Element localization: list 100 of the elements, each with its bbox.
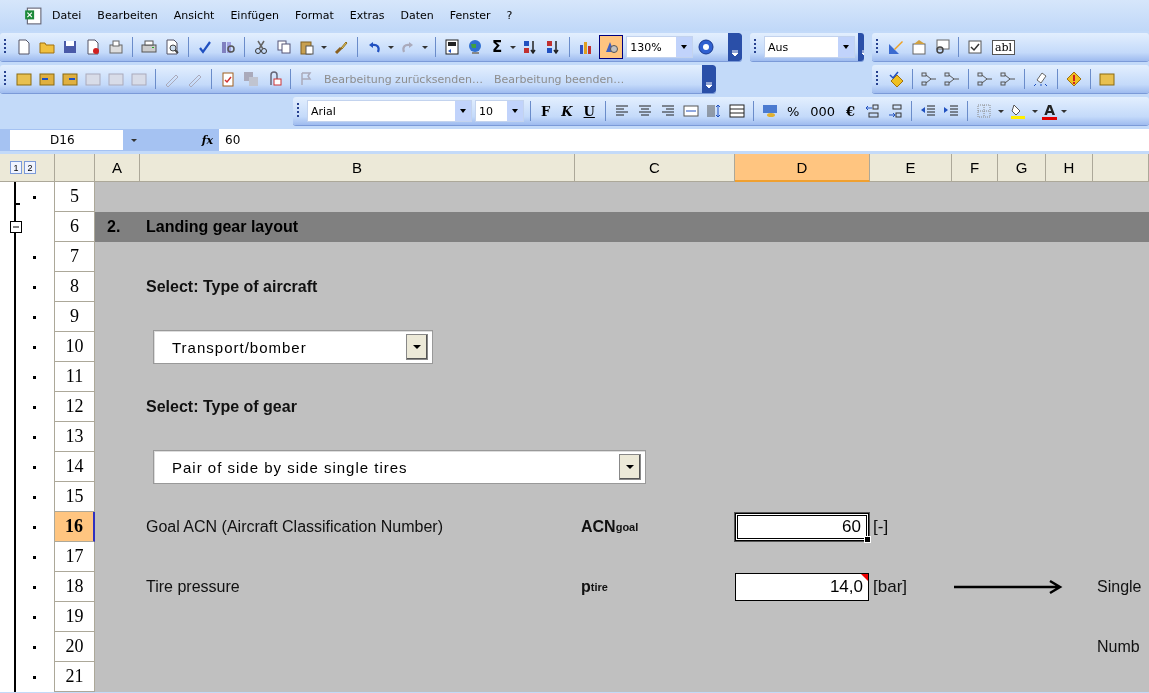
help-icon[interactable] <box>698 39 715 55</box>
row-header[interactable]: 13 <box>55 422 95 452</box>
menu-item[interactable]: Einfügen <box>222 7 287 24</box>
currency-icon[interactable] <box>761 103 778 119</box>
autosum-button[interactable]: Σ <box>488 38 507 56</box>
clipboard-check-icon[interactable] <box>220 71 236 87</box>
mode-dropdown[interactable]: Aus <box>764 36 855 58</box>
row-header[interactable]: 14 <box>55 452 95 482</box>
row-header[interactable]: 20 <box>55 632 95 662</box>
column-header[interactable]: F <box>952 154 998 182</box>
trace-arrows-icon[interactable] <box>921 71 937 87</box>
underline-button[interactable]: U <box>579 103 599 119</box>
font-size-dropdown[interactable]: 10 <box>475 100 524 122</box>
warning-icon[interactable] <box>1066 71 1082 87</box>
checkbox-icon[interactable] <box>967 39 983 55</box>
trace-arrows-icon[interactable] <box>944 71 960 87</box>
row-header[interactable]: 10 <box>55 332 95 362</box>
menu-item[interactable]: ? <box>498 7 521 24</box>
grip-icon[interactable] <box>4 38 7 56</box>
font-dropdown[interactable]: Arial <box>307 100 472 122</box>
column-header[interactable]: G <box>998 154 1046 182</box>
row-header[interactable]: 18 <box>55 572 95 602</box>
outline-level-button[interactable]: 2 <box>24 161 36 174</box>
value-field[interactable]: 14,0 <box>735 573 869 601</box>
column-header[interactable]: C <box>575 154 735 182</box>
row-header[interactable]: 19 <box>55 602 95 632</box>
row-header[interactable]: 15 <box>55 482 95 512</box>
warning-check-icon[interactable] <box>888 71 904 87</box>
menu-item[interactable]: Fenster <box>441 7 499 24</box>
copy-icon[interactable] <box>276 39 292 55</box>
row-header[interactable]: 6 <box>55 212 95 242</box>
italic-button[interactable]: K <box>557 103 577 119</box>
document-icon[interactable] <box>85 39 101 55</box>
menu-item[interactable]: Extras <box>341 7 393 24</box>
textfield-button[interactable]: abl <box>992 39 1016 55</box>
column-header[interactable]: E <box>870 154 952 182</box>
menu-item[interactable]: Format <box>286 7 342 24</box>
euro-button[interactable]: € <box>842 103 860 119</box>
eraser-icon[interactable] <box>1033 71 1049 87</box>
grip-icon[interactable] <box>876 38 879 56</box>
grip-icon[interactable] <box>4 70 7 88</box>
note-icon[interactable] <box>62 71 78 87</box>
print-preview-icon[interactable] <box>164 39 180 55</box>
function-button[interactable]: fx <box>149 133 219 147</box>
spreadsheet-icon[interactable] <box>24 6 42 25</box>
menu-item[interactable]: Datei <box>44 7 90 24</box>
column-header[interactable]: B <box>140 154 575 182</box>
caret-icon[interactable] <box>842 43 850 51</box>
books-icon[interactable] <box>220 39 236 55</box>
value-field[interactable]: 60 <box>735 513 869 541</box>
trace-arrows-icon[interactable] <box>1000 71 1016 87</box>
fill-color-icon[interactable] <box>1010 103 1027 119</box>
menu-item[interactable]: Daten <box>392 7 442 24</box>
note-icon[interactable] <box>39 71 55 87</box>
caret-icon[interactable] <box>511 107 519 115</box>
folder-icon[interactable] <box>39 39 55 55</box>
row-header[interactable]: 16 <box>55 512 95 542</box>
merge-center-icon[interactable] <box>682 103 699 119</box>
menu-item[interactable]: Bearbeiten <box>89 7 166 24</box>
ruler-pencil-icon[interactable] <box>888 39 904 55</box>
collapse-button[interactable] <box>10 221 22 233</box>
row-header[interactable]: 21 <box>55 662 95 692</box>
zoom-dropdown[interactable]: 130% <box>626 36 694 58</box>
align-center-icon[interactable] <box>636 103 653 119</box>
row-header[interactable]: 8 <box>55 272 95 302</box>
decrease-decimal-icon[interactable] <box>887 103 904 119</box>
line-spacing-icon[interactable] <box>705 103 722 119</box>
caret-icon[interactable] <box>625 463 634 471</box>
clipboard-icon[interactable] <box>299 39 315 55</box>
properties-icon[interactable] <box>911 39 927 55</box>
outdent-icon[interactable] <box>920 103 937 119</box>
font-color-button[interactable]: A <box>1042 102 1057 120</box>
paintbrush-icon[interactable] <box>333 39 349 55</box>
type-dropdown[interactable]: Transport/bomber <box>153 330 433 364</box>
checkmark-icon[interactable] <box>197 39 213 55</box>
fill-handle[interactable] <box>864 536 871 543</box>
row-header[interactable]: 7 <box>55 242 95 272</box>
row-header[interactable]: 11 <box>55 362 95 392</box>
percent-button[interactable]: % <box>782 103 804 119</box>
row-header[interactable]: 9 <box>55 302 95 332</box>
outline-level-button[interactable]: 1 <box>10 161 22 174</box>
column-header[interactable]: H <box>1046 154 1093 182</box>
grip-icon[interactable] <box>754 38 757 56</box>
document-icon[interactable] <box>16 39 32 55</box>
magnifier-icon[interactable] <box>934 39 950 55</box>
grip-icon[interactable] <box>876 70 879 88</box>
align-right-icon[interactable] <box>659 103 676 119</box>
name-box[interactable]: D16 <box>10 130 123 150</box>
align-left-icon[interactable] <box>613 103 630 119</box>
row-header[interactable]: 12 <box>55 392 95 422</box>
caret-icon[interactable] <box>459 107 467 115</box>
sort-descending-icon[interactable] <box>545 39 562 55</box>
column-header[interactable]: A <box>95 154 140 182</box>
sort-ascending-icon[interactable] <box>522 39 539 55</box>
type-dropdown[interactable]: Pair of side by side single tires <box>153 450 646 484</box>
converter-icon[interactable] <box>444 39 460 55</box>
menu-item[interactable]: Ansicht <box>165 7 223 24</box>
trace-arrows-icon[interactable] <box>977 71 993 87</box>
thousands-button[interactable]: 000 <box>806 103 840 119</box>
scissors-icon[interactable] <box>253 39 269 55</box>
